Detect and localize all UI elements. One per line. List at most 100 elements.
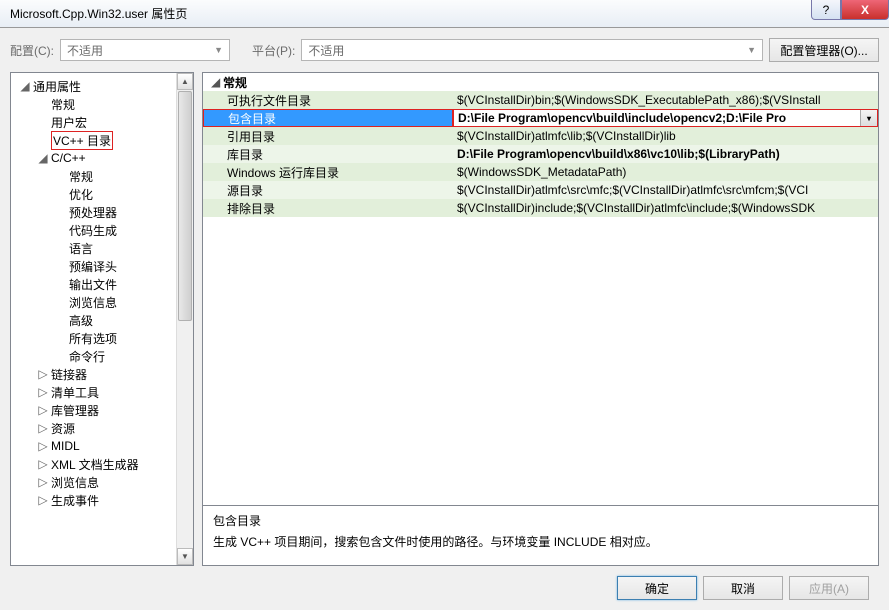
help-button[interactable]: ? [811, 0, 841, 20]
tree-item[interactable]: 语言 [13, 239, 191, 257]
tree-item[interactable]: ◢C/C++ [13, 149, 191, 167]
chevron-down-icon: ▼ [747, 45, 756, 55]
property-row[interactable]: 可执行文件目录$(VCInstallDir)bin;$(WindowsSDK_E… [203, 91, 878, 109]
tree-item[interactable]: ▷资源 [13, 419, 191, 437]
property-row[interactable]: Windows 运行库目录$(WindowsSDK_MetadataPath) [203, 163, 878, 181]
tree-item-label: 语言 [69, 240, 93, 257]
cancel-button[interactable]: 取消 [703, 576, 783, 600]
desc-text: 生成 VC++ 项目期间，搜索包含文件时使用的路径。与环境变量 INCLUDE … [213, 533, 868, 550]
dropdown-icon[interactable]: ▾ [860, 110, 877, 126]
collapsed-icon[interactable]: ▷ [37, 493, 49, 507]
tree-item-label: 高级 [69, 312, 93, 329]
tree-item-label: 浏览信息 [51, 474, 99, 491]
property-value[interactable]: D:\File Program\opencv\build\include\ope… [453, 109, 878, 127]
tree-item[interactable]: ▷XML 文档生成器 [13, 455, 191, 473]
section-title: 常规 [223, 74, 247, 91]
tree-item-label: MIDL [51, 439, 80, 453]
tree-item[interactable]: 所有选项 [13, 329, 191, 347]
tree-item[interactable]: 命令行 [13, 347, 191, 365]
tree-item[interactable]: ▷浏览信息 [13, 473, 191, 491]
property-name: 可执行文件目录 [203, 91, 453, 109]
collapsed-icon[interactable]: ▷ [37, 385, 49, 399]
apply-button[interactable]: 应用(A) [789, 576, 869, 600]
tree-item-label: 输出文件 [69, 276, 117, 293]
tree-item-label: 浏览信息 [69, 294, 117, 311]
tree-item[interactable]: 浏览信息 [13, 293, 191, 311]
titlebar: Microsoft.Cpp.Win32.user 属性页 ? X [0, 0, 889, 28]
tree-item-label: 常规 [69, 168, 93, 185]
close-button[interactable]: X [841, 0, 889, 20]
tree-item[interactable]: 高级 [13, 311, 191, 329]
desc-title: 包含目录 [213, 512, 868, 529]
scroll-down-icon[interactable]: ▼ [177, 548, 193, 565]
tree-item[interactable]: 常规 [13, 95, 191, 113]
expanded-icon[interactable]: ◢ [19, 79, 31, 93]
tree-item[interactable]: ▷链接器 [13, 365, 191, 383]
tree-item[interactable]: ▷清单工具 [13, 383, 191, 401]
tree-item[interactable]: ▷MIDL [13, 437, 191, 455]
property-row[interactable]: 源目录$(VCInstallDir)atlmfc\src\mfc;$(VCIns… [203, 181, 878, 199]
collapsed-icon[interactable]: ▷ [37, 403, 49, 417]
chevron-down-icon: ▼ [214, 45, 223, 55]
tree-item-label: 资源 [51, 420, 75, 437]
category-tree[interactable]: ◢通用属性常规用户宏VC++ 目录◢C/C++常规优化预处理器代码生成语言预编译… [10, 72, 194, 566]
scroll-up-icon[interactable]: ▲ [177, 73, 193, 90]
property-value[interactable]: $(VCInstallDir)atlmfc\lib;$(VCInstallDir… [453, 127, 878, 145]
description-panel: 包含目录 生成 VC++ 项目期间，搜索包含文件时使用的路径。与环境变量 INC… [203, 505, 878, 565]
property-row[interactable]: 包含目录D:\File Program\opencv\build\include… [203, 109, 878, 127]
property-row[interactable]: 排除目录$(VCInstallDir)include;$(VCInstallDi… [203, 199, 878, 217]
property-value[interactable]: D:\File Program\opencv\build\x86\vc10\li… [453, 145, 878, 163]
property-value[interactable]: $(VCInstallDir)include;$(VCInstallDir)at… [453, 199, 878, 217]
property-pane: ◢ 常规 可执行文件目录$(VCInstallDir)bin;$(Windows… [202, 72, 879, 566]
tree-item[interactable]: 代码生成 [13, 221, 191, 239]
property-grid[interactable]: ◢ 常规 可执行文件目录$(VCInstallDir)bin;$(Windows… [203, 73, 878, 505]
collapsed-icon[interactable]: ▷ [37, 439, 49, 453]
tree-item[interactable]: 预处理器 [13, 203, 191, 221]
property-row[interactable]: 库目录D:\File Program\opencv\build\x86\vc10… [203, 145, 878, 163]
collapsed-icon[interactable]: ▷ [37, 475, 49, 489]
tree-item[interactable]: 输出文件 [13, 275, 191, 293]
property-name: 包含目录 [203, 109, 453, 127]
expanded-icon[interactable]: ◢ [37, 151, 49, 165]
tree-item-label: 生成事件 [51, 492, 99, 509]
dialog-footer: 确定 取消 应用(A) [10, 566, 879, 600]
tree-item[interactable]: 常规 [13, 167, 191, 185]
ok-button[interactable]: 确定 [617, 576, 697, 600]
tree-item-label: 优化 [69, 186, 93, 203]
property-name: 库目录 [203, 145, 453, 163]
config-manager-button[interactable]: 配置管理器(O)... [769, 38, 879, 62]
property-row[interactable]: 引用目录$(VCInstallDir)atlmfc\lib;$(VCInstal… [203, 127, 878, 145]
tree-item[interactable]: 预编译头 [13, 257, 191, 275]
section-header[interactable]: ◢ 常规 [203, 73, 878, 91]
tree-item-label: 用户宏 [51, 114, 87, 131]
window-title: Microsoft.Cpp.Win32.user 属性页 [10, 5, 187, 22]
property-value[interactable]: $(VCInstallDir)bin;$(WindowsSDK_Executab… [453, 91, 878, 109]
tree-item[interactable]: ▷库管理器 [13, 401, 191, 419]
collapsed-icon[interactable]: ▷ [37, 457, 49, 471]
property-value[interactable]: $(VCInstallDir)atlmfc\src\mfc;$(VCInstal… [453, 181, 878, 199]
tree-item[interactable]: 用户宏 [13, 113, 191, 131]
collapsed-icon[interactable]: ▷ [37, 421, 49, 435]
tree-item-label: XML 文档生成器 [51, 456, 139, 473]
collapsed-icon[interactable]: ▷ [37, 367, 49, 381]
collapse-icon[interactable]: ◢ [211, 75, 223, 89]
tree-item-label: C/C++ [51, 151, 86, 165]
config-combobox[interactable]: 不适用▼ [60, 39, 230, 61]
tree-item-label: 通用属性 [33, 78, 81, 95]
tree-item[interactable]: VC++ 目录 [13, 131, 191, 149]
tree-item[interactable]: ◢通用属性 [13, 77, 191, 95]
scroll-thumb[interactable] [178, 91, 192, 321]
config-label: 配置(C): [10, 42, 54, 59]
tree-item-label: 预编译头 [69, 258, 117, 275]
property-value[interactable]: $(WindowsSDK_MetadataPath) [453, 163, 878, 181]
tree-item-label: VC++ 目录 [51, 131, 113, 150]
platform-label: 平台(P): [252, 42, 295, 59]
scrollbar[interactable]: ▲ ▼ [176, 73, 193, 565]
platform-combobox[interactable]: 不适用▼ [301, 39, 763, 61]
tree-item[interactable]: ▷生成事件 [13, 491, 191, 509]
tree-item-label: 库管理器 [51, 402, 99, 419]
tree-item-label: 所有选项 [69, 330, 117, 347]
config-toolbar: 配置(C): 不适用▼ 平台(P): 不适用▼ 配置管理器(O)... [10, 38, 879, 62]
tree-item-label: 命令行 [69, 348, 105, 365]
tree-item[interactable]: 优化 [13, 185, 191, 203]
